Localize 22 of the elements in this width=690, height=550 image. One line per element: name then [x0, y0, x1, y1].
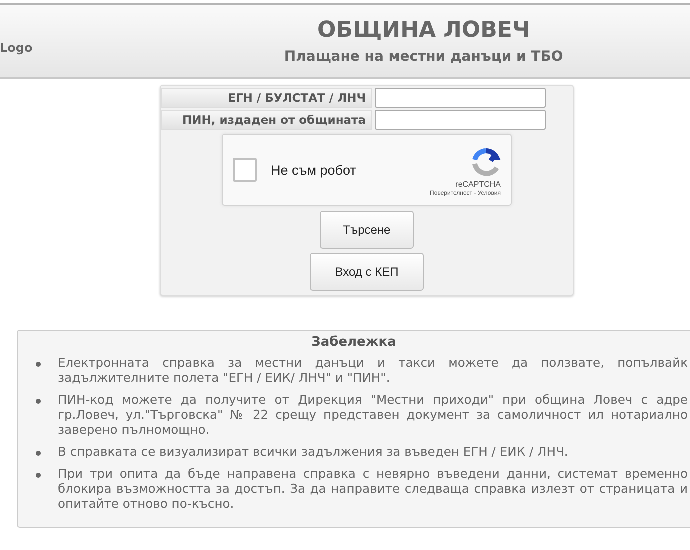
captcha-label: Не съм робот [271, 162, 358, 178]
field-label: ЕГН / БУЛСТАТ / ЛНЧ [161, 88, 372, 108]
action-button[interactable]: Вход с КЕП [310, 253, 424, 291]
input-field[interactable] [375, 110, 546, 130]
field-label: ПИН, издаден от общината [161, 110, 372, 130]
recaptcha-logo-icon [471, 148, 501, 178]
note-text: В справката се визуализират всички задължения за въведен ЕГН / ЕИК / ЛНЧ. [58, 445, 570, 460]
action-button[interactable]: Търсене [320, 211, 414, 249]
bullet-icon [36, 399, 41, 404]
bullet-icon [36, 362, 41, 367]
bullet-icon [36, 473, 41, 478]
logo-text: Logo [0, 41, 33, 55]
notes-title: Забележка [310, 335, 398, 350]
input-field[interactable] [375, 88, 546, 108]
page-subtitle: Плащане на местни данъци и ТБО [284, 48, 564, 64]
note-text: ПИН-код можете да получите от Дирекция "Местни приходи" при община Ловеч с адре гр.Ловеч, ул."Търговска" № 22 срещу представен документ за самоличност ил нотариално заверено пълномощно. [58, 393, 689, 438]
captcha-brand: reCAPTCHA [456, 180, 501, 188]
note-text: Електронната справка за местни данъци и такси можете да ползвате, попълвайк задължителните полета "ЕГН / ЕИК/ ЛНЧ" и "ПИН". [58, 356, 689, 386]
page-title: ОБЩИНА ЛОВЕЧ [318, 18, 530, 42]
note-text: При три опита да бъде направена справка с невярно въведени данни, системат временно блокира възможността за достъп. За да направите следваща справка излезт от страницата и опитайте отново по-късно. [58, 467, 689, 512]
bullet-icon [36, 451, 41, 456]
captcha-checkbox[interactable] [233, 158, 257, 182]
